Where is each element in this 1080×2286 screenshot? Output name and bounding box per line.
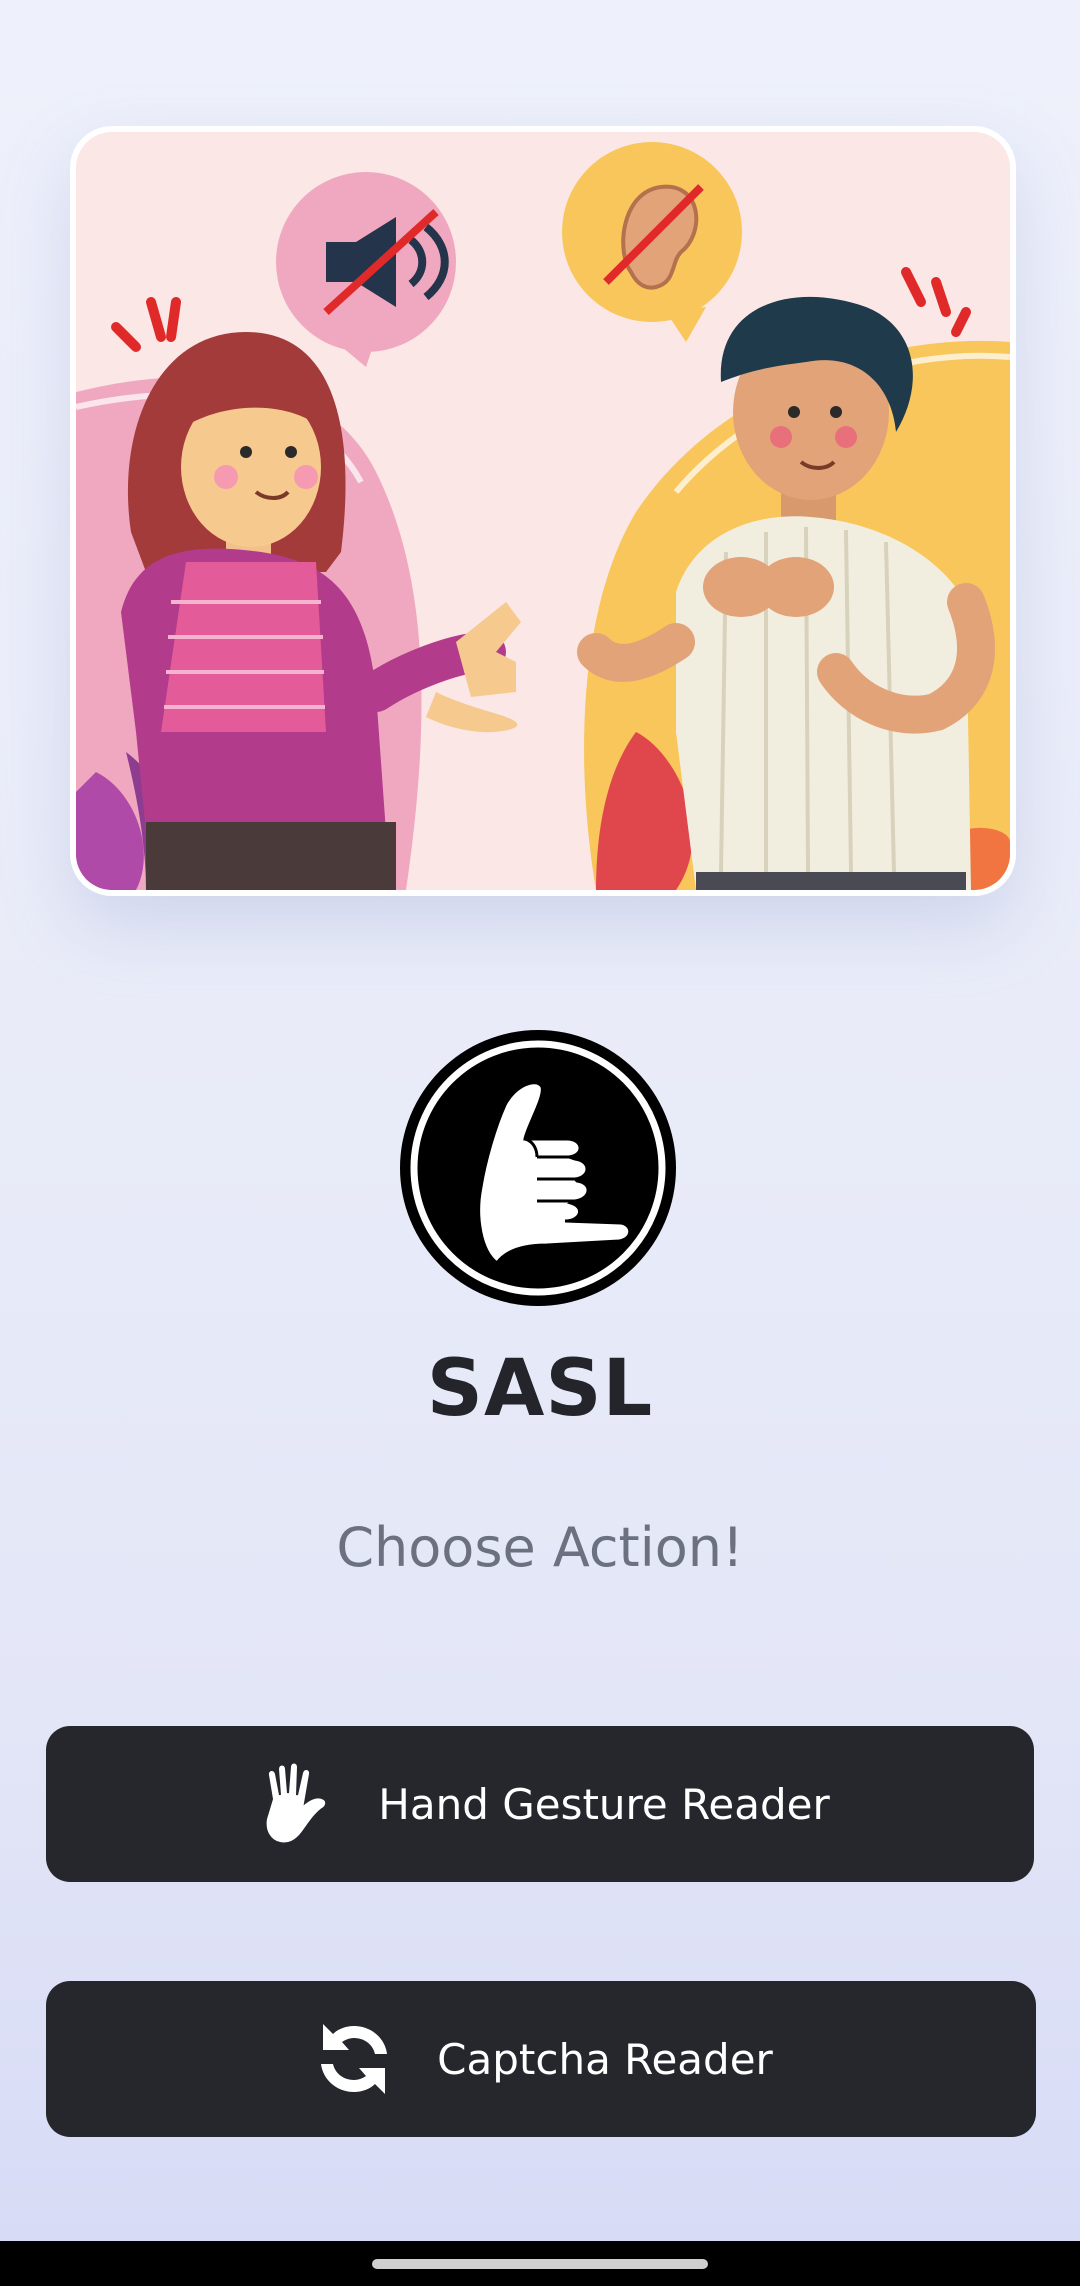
hand-icon (264, 1761, 328, 1845)
captcha-reader-label: Captcha Reader (437, 2034, 773, 2084)
home-gesture-handle[interactable] (372, 2259, 708, 2269)
app-title: SASL (426, 1344, 654, 1434)
hand-gesture-reader-label: Hand Gesture Reader (378, 1779, 830, 1829)
choose-action-subtitle: Choose Action! (336, 1516, 744, 1579)
system-navigation-bar (0, 2241, 1080, 2286)
hero-illustration-card (70, 126, 1016, 896)
hand-gesture-reader-button[interactable]: Hand Gesture Reader (46, 1726, 1034, 1882)
app-logo (397, 1027, 679, 1309)
refresh-icon (321, 2024, 388, 2094)
hand-sign-logo-icon (400, 1030, 676, 1306)
sign-language-illustration (76, 132, 1010, 890)
captcha-reader-button[interactable]: Captcha Reader (46, 1981, 1036, 2137)
